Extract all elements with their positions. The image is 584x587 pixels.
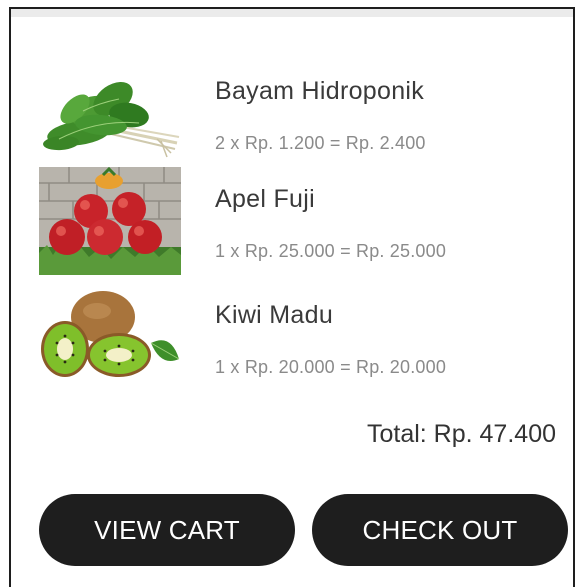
item-price-line: 1 x Rp. 25.000 = Rp. 25.000 [215, 241, 447, 261]
checkout-button[interactable]: CHECK OUT [312, 494, 568, 566]
item-name[interactable]: Bayam Hidroponik [215, 77, 424, 106]
apple-image[interactable] [39, 167, 181, 275]
view-cart-button[interactable]: VIEW CART [39, 494, 295, 566]
item-price-line: 2 x Rp. 1.200 = Rp. 2.400 [215, 133, 426, 153]
mini-cart-panel: Bayam Hidroponik 2 x Rp. 1.200 = Rp. 2.4… [9, 7, 575, 587]
cart-item: Apel Fuji 1 x Rp. 25.000 = Rp. 25.000 [39, 167, 559, 275]
item-price-line: 1 x Rp. 20.000 = Rp. 20.000 [215, 357, 447, 377]
kiwi-image[interactable] [39, 283, 181, 391]
cart-total: Total: Rp. 47.400 [366, 420, 556, 448]
top-divider [11, 9, 573, 17]
spinach-image[interactable] [39, 59, 181, 167]
cart-item: Bayam Hidroponik 2 x Rp. 1.200 = Rp. 2.4… [39, 59, 559, 167]
item-name[interactable]: Apel Fuji [215, 185, 315, 214]
item-name[interactable]: Kiwi Madu [215, 301, 333, 330]
cart-item: Kiwi Madu 1 x Rp. 20.000 = Rp. 20.000 [39, 283, 559, 391]
